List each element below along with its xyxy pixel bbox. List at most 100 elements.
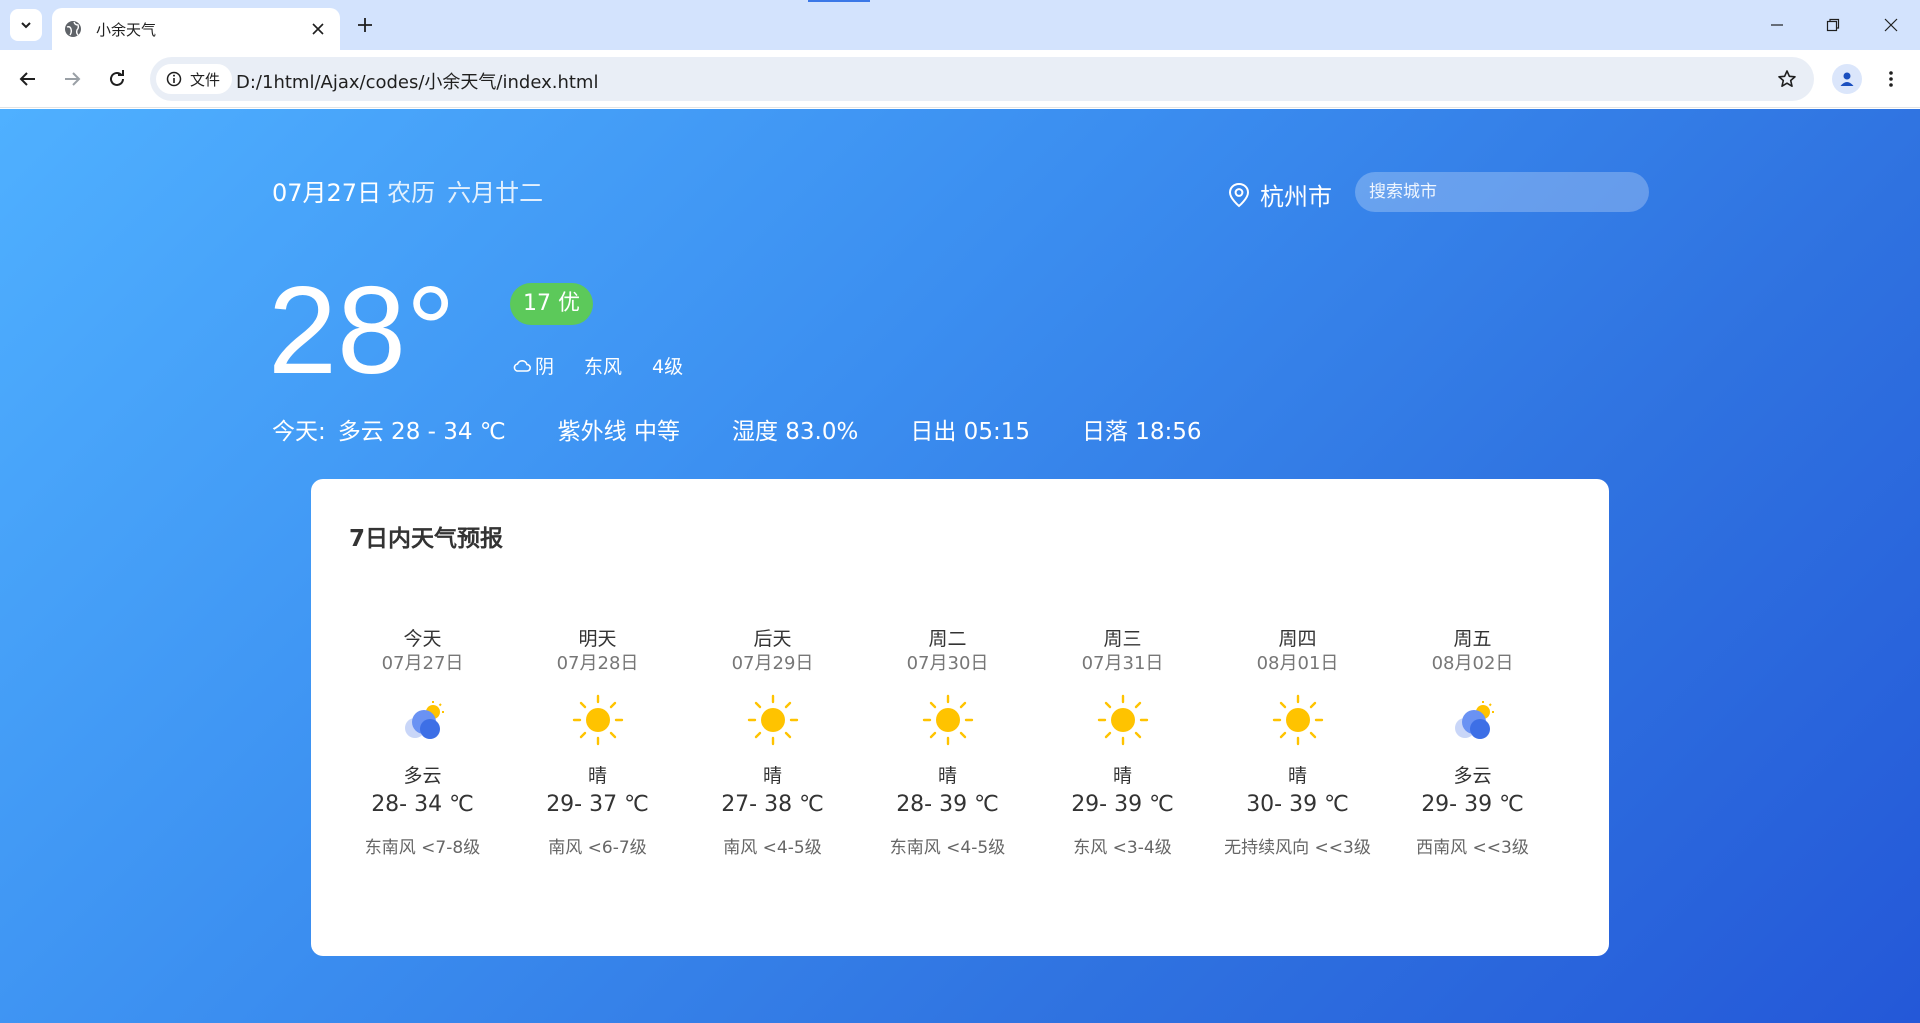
browser-menu-button[interactable] <box>1876 64 1906 94</box>
partly-cloudy-icon <box>1454 701 1494 739</box>
day-wind: 东南风 <7-8级 <box>364 838 481 858</box>
day-description: 晴 <box>937 765 957 787</box>
wind-level: 4级 <box>652 356 684 378</box>
lunar-label: 农历 <box>387 179 436 207</box>
close-icon <box>1884 18 1898 32</box>
chevron-down-icon <box>21 22 31 29</box>
day-wind: 东南风 <4-5级 <box>889 838 1006 858</box>
sun-icon <box>1097 694 1148 746</box>
day-temperature-range: 28- 39 ℃ <box>896 792 999 817</box>
more-vertical-icon <box>1889 71 1893 87</box>
sun-icon <box>1272 694 1323 746</box>
day-date: 08月01日 <box>1256 653 1339 674</box>
day-description: 晴 <box>587 765 607 787</box>
today-stats: 今天: 多云 28 - 34 ℃ 紫外线 中等 湿度 83.0% 日出 05:1… <box>272 412 1254 446</box>
aqi-badge: 17 优 <box>510 283 593 325</box>
minimize-button[interactable] <box>1762 10 1792 40</box>
current-weather: 阴 <box>512 352 554 379</box>
tab-title: 小余天气 <box>96 20 157 39</box>
day-name: 周三 <box>1103 628 1142 650</box>
current-date: 07月27日 <box>272 179 382 207</box>
tab-strip-indicator <box>808 0 870 2</box>
url-text[interactable]: D:/1html/Ajax/codes/小余天气/index.html <box>236 68 598 94</box>
tab-search-button[interactable] <box>10 9 42 41</box>
day-temperature-range: 29- 37 ℃ <box>546 792 649 817</box>
day-temperature-range: 28- 34 ℃ <box>371 792 474 817</box>
profile-button[interactable] <box>1832 64 1862 94</box>
day-description: 晴 <box>1112 765 1132 787</box>
forecast-title: 7日内天气预报 <box>349 526 504 552</box>
forecast-day: 后天 07月29日 晴 27- 38 ℃ 南风 <4-5级 <box>685 627 860 858</box>
restore-button[interactable] <box>1818 10 1848 40</box>
current-conditions: 阴 东风 4级 <box>512 352 713 379</box>
forecast-day: 周二 07月30日 晴 28- 39 ℃ 东南风 <4-5级 <box>860 627 1035 858</box>
forward-button[interactable] <box>56 63 88 95</box>
day-name: 周二 <box>928 628 967 650</box>
current-temperature: 28° <box>268 262 456 400</box>
close-tab-icon[interactable] <box>308 19 328 39</box>
sun-icon <box>572 694 623 746</box>
new-tab-button[interactable] <box>352 12 378 38</box>
address-bar[interactable]: 文件 D:/1html/Ajax/codes/小余天气/index.html <box>150 57 1814 101</box>
date-line: 07月27日 农历 六月廿二 <box>272 173 543 208</box>
location-pin-icon <box>1228 182 1250 207</box>
bookmark-star-icon[interactable] <box>1776 68 1798 90</box>
sun-icon <box>922 694 973 746</box>
forecast-day: 明天 07月28日 晴 29- 37 ℃ 南风 <6-7级 <box>510 627 685 858</box>
day-date: 07月30日 <box>906 653 989 674</box>
sunset: 日落 18:56 <box>1081 419 1202 445</box>
day-wind: 南风 <6-7级 <box>548 838 647 858</box>
location[interactable]: 杭州市 <box>1228 177 1332 212</box>
sunrise: 日出 05:15 <box>910 419 1030 445</box>
forecast-day: 今天 07月27日 多云 28- 34 ℃ 东南风 <7-8级 <box>335 627 510 858</box>
back-button[interactable] <box>12 63 44 95</box>
restore-icon <box>1826 18 1840 32</box>
reload-button[interactable] <box>101 63 133 95</box>
browser-tab-bar: 小余天气 <box>0 0 1920 50</box>
cloud-icon <box>513 359 531 372</box>
site-info-chip[interactable]: 文件 <box>156 64 233 94</box>
partly-cloudy-icon <box>404 701 444 739</box>
browser-toolbar: 文件 D:/1html/Ajax/codes/小余天气/index.html <box>0 50 1920 108</box>
forecast-card: 7日内天气预报 今天 07月27日 多云 28- 34 ℃ 东南风 <7-8级 … <box>311 479 1609 956</box>
day-description: 晴 <box>762 765 782 787</box>
plus-icon <box>358 18 372 32</box>
arrow-left-icon <box>19 72 35 86</box>
user-icon <box>1840 72 1854 86</box>
day-name: 后天 <box>753 628 792 650</box>
day-description: 多云 <box>403 765 442 787</box>
lunar-date: 六月廿二 <box>447 179 544 207</box>
day-date: 07月28日 <box>556 653 639 674</box>
reload-icon <box>110 70 124 86</box>
close-window-button[interactable] <box>1876 10 1906 40</box>
day-description: 晴 <box>1287 765 1307 787</box>
forecast-day: 周四 08月01日 晴 30- 39 ℃ 无持续风向 <<3级 <box>1210 627 1385 858</box>
wind-direction: 东风 <box>584 356 623 378</box>
day-temperature-range: 29- 39 ℃ <box>1421 792 1524 817</box>
humidity: 湿度 83.0% <box>731 419 859 445</box>
forecast-days: 今天 07月27日 多云 28- 34 ℃ 东南风 <7-8级 明天 07月28… <box>335 627 1560 858</box>
browser-tab[interactable]: 小余天气 <box>52 8 340 50</box>
city-search-input[interactable] <box>1355 172 1649 212</box>
day-wind: 南风 <4-5级 <box>723 838 822 858</box>
day-temperature-range: 29- 39 ℃ <box>1071 792 1174 817</box>
today-summary: 多云 28 - 34 ℃ <box>337 419 506 445</box>
day-date: 07月29日 <box>731 653 814 674</box>
weather-page: 07月27日农历六月廿二 杭州市 28° 17 优 阴 东风 4级 今天: 多云… <box>0 109 1920 1023</box>
day-date: 08月02日 <box>1431 653 1514 674</box>
day-description: 多云 <box>1453 765 1492 787</box>
sun-icon <box>747 694 798 746</box>
day-name: 明天 <box>578 628 617 650</box>
day-name: 周五 <box>1453 628 1492 650</box>
current-weather-text: 阴 <box>535 356 555 378</box>
globe-icon <box>65 21 81 37</box>
day-wind: 东风 <3-4级 <box>1073 838 1172 858</box>
day-temperature-range: 27- 38 ℃ <box>721 792 824 817</box>
arrow-right-icon <box>65 72 81 86</box>
forecast-day: 周五 08月02日 多云 29- 39 ℃ 西南风 <<3级 <box>1385 627 1560 858</box>
day-name: 今天 <box>403 628 442 650</box>
day-wind: 西南风 <<3级 <box>1416 838 1529 858</box>
today-label: 今天: <box>272 419 326 445</box>
minimize-icon <box>1771 24 1783 26</box>
uv-index: 紫外线 中等 <box>557 419 680 445</box>
